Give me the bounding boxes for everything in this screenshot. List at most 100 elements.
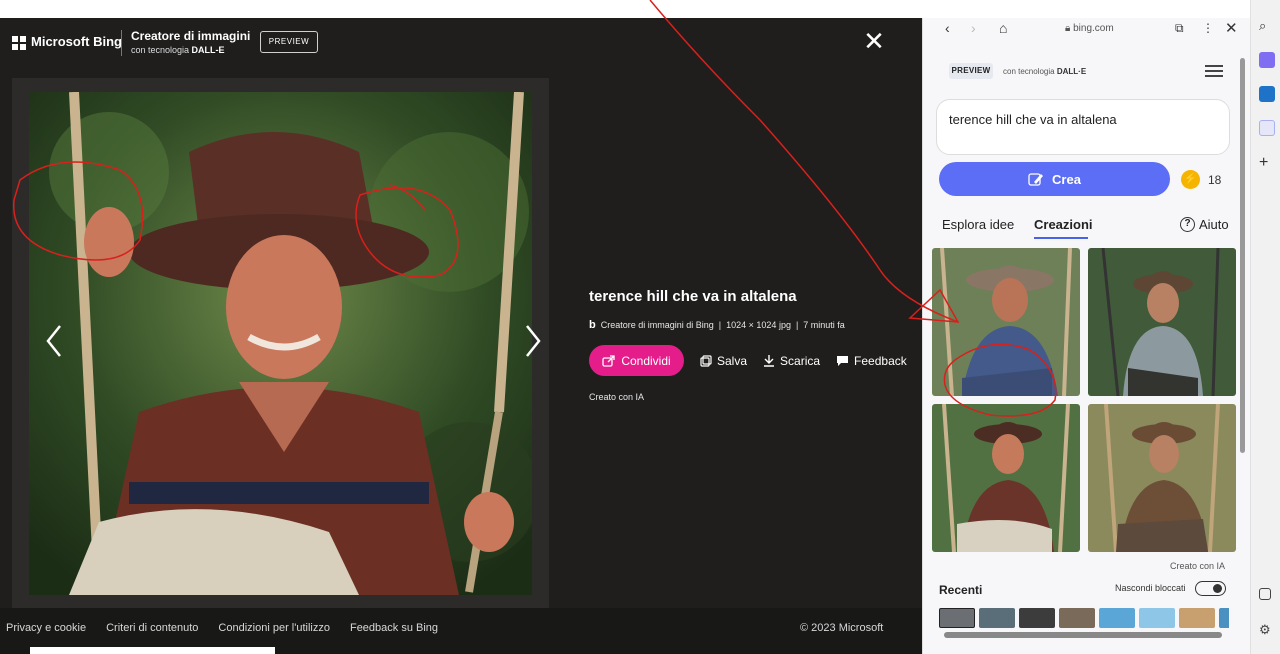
image-title: terence hill che va in altalena [589, 288, 797, 305]
brand-name[interactable]: Microsoft Bing [31, 34, 122, 49]
meta-separator: | [718, 320, 722, 330]
side-panel-toolbar: ‹ › ⌂ 🔒︎ bing.com ⧉ ⋮ ✕ [923, 18, 1243, 42]
creation-thumbnail[interactable] [1088, 404, 1236, 552]
save-button[interactable]: Salva [700, 354, 747, 368]
download-icon [764, 355, 775, 367]
boost-icon: ⚡ [1181, 170, 1200, 189]
header-divider [121, 30, 122, 56]
bing-icon: b [589, 319, 596, 331]
dalle-bold: DALL·E [1056, 66, 1087, 76]
open-external-icon[interactable]: ⧉ [1175, 21, 1184, 36]
created-with-ai: Creato con IA [589, 392, 645, 402]
feedback-icon [837, 355, 849, 366]
settings-icon[interactable]: ⚙ [1259, 622, 1275, 638]
recent-thumbnail[interactable] [1019, 608, 1055, 628]
save-label: Salva [717, 353, 748, 368]
footer-link-terms[interactable]: Condizioni per l'utilizzo [218, 622, 330, 634]
help-label: Aiuto [1199, 217, 1229, 232]
vertical-scrollbar[interactable] [1240, 58, 1246, 458]
meta-separator: | [795, 320, 799, 330]
tab-creations[interactable]: Creazioni [1034, 217, 1093, 232]
create-button[interactable]: Crea [939, 162, 1170, 196]
recent-thumbnail[interactable] [1219, 608, 1229, 628]
generated-image[interactable] [29, 92, 532, 595]
preview-badge[interactable]: PREVIEW [949, 63, 993, 79]
creation-thumbnail[interactable] [932, 248, 1080, 396]
recent-thumbnail[interactable] [1139, 608, 1175, 628]
windows-logo-icon [12, 36, 26, 50]
image-viewer: Microsoft Bing Creatore di immagini con … [0, 18, 922, 654]
recent-thumbnail[interactable] [979, 608, 1015, 628]
address-url: 🔒︎ bing.com [1065, 23, 1114, 34]
feedback-button[interactable]: Feedback [836, 354, 907, 368]
help-button[interactable]: ? Aiuto [1180, 217, 1229, 232]
creator-sub-prefix: con tecnologia [131, 45, 192, 55]
footer-link-feedback[interactable]: Feedback su Bing [350, 622, 438, 634]
home-icon[interactable]: ⌂ [999, 20, 1007, 36]
side-panel: ‹ › ⌂ 🔒︎ bing.com ⧉ ⋮ ✕ PREVIEW con tecn… [922, 18, 1250, 654]
copyright: © 2023 Microsoft [800, 622, 884, 634]
footer-link-privacy[interactable]: Privacy e cookie [6, 622, 86, 634]
horizontal-scrollbar[interactable] [936, 632, 1236, 638]
image-panel: b [12, 78, 549, 652]
recent-thumbnail[interactable] [1099, 608, 1135, 628]
feedback-label: Feedback [854, 353, 907, 368]
creation-thumbnail[interactable] [1088, 248, 1236, 396]
prompt-input[interactable]: terence hill che va in altalena [936, 99, 1230, 155]
footer-link-content-policy[interactable]: Criteri di contenuto [106, 622, 198, 634]
copilot-icon[interactable] [1259, 52, 1275, 68]
chevron-right-icon[interactable] [517, 321, 547, 361]
creator-sub-dalle: DALL-E [191, 45, 225, 55]
creator-subtitle: con tecnologia DALL-E [131, 45, 225, 55]
meta-size: 1024 × 1024 jpg [726, 320, 791, 330]
boosts-counter[interactable]: ⚡ 18 [1181, 170, 1221, 189]
browser-edge-sidebar: ⌕ + ⚙ [1250, 0, 1280, 654]
recent-thumbnail[interactable] [1179, 608, 1215, 628]
viewer-header: Microsoft Bing Creatore di immagini con … [0, 18, 922, 70]
lock-icon: 🔒︎ [1065, 23, 1074, 34]
page-top-strip [0, 0, 922, 18]
dalle-prefix: con tecnologia [1003, 66, 1057, 76]
recent-thumbnails [939, 608, 1229, 628]
meta-source: Creatore di immagini di Bing [600, 320, 714, 330]
side-panel-header: PREVIEW con tecnologia DALL·E [949, 63, 1086, 79]
footer-links: Privacy e cookie Criteri di contenuto Co… [6, 622, 438, 634]
recent-thumbnail[interactable] [1059, 608, 1095, 628]
close-icon[interactable]: ✕ [1225, 19, 1238, 37]
image-meta: b Creatore di immagini di Bing | 1024 × … [589, 319, 919, 331]
image-info: terence hill che va in altalena b Creato… [589, 288, 919, 402]
close-icon[interactable]: ✕ [862, 28, 886, 54]
menu-icon[interactable] [1205, 65, 1223, 77]
creation-thumbnail[interactable] [932, 404, 1080, 552]
boosts-count: 18 [1208, 172, 1222, 187]
back-icon[interactable]: ‹ [945, 20, 950, 36]
panel-tabs: Esplora idee Creazioni ? Aiuto [942, 217, 1236, 239]
search-icon[interactable]: ⌕ [1259, 18, 1275, 34]
recent-title: Recenti [939, 583, 983, 597]
meta-time: 7 minuti fa [803, 320, 845, 330]
download-button[interactable]: Scarica [763, 354, 820, 368]
preview-badge[interactable]: PREVIEW [260, 31, 318, 53]
tab-explore-ideas[interactable]: Esplora idee [942, 217, 1014, 232]
creator-title[interactable]: Creatore di immagini [131, 29, 250, 43]
recent-thumbnail[interactable] [939, 608, 975, 628]
creations-grid [932, 248, 1236, 552]
share-button[interactable]: Condividi [589, 345, 684, 376]
download-label: Scarica [780, 353, 821, 368]
more-icon[interactable]: ⋮ [1202, 21, 1214, 35]
chevron-left-icon[interactable] [40, 321, 70, 361]
created-with-ai: Creato con IA [1170, 561, 1226, 571]
outlook-icon[interactable] [1259, 86, 1275, 102]
share-label: Condividi [621, 353, 671, 368]
taskbar-fragment [30, 647, 275, 654]
save-icon [700, 354, 712, 367]
image-creator-icon[interactable] [1259, 120, 1275, 136]
dalle-credit: con tecnologia DALL·E [1003, 67, 1086, 76]
help-icon: ? [1180, 217, 1195, 232]
hide-blocked-toggle[interactable] [1195, 581, 1226, 596]
url-text: bing.com [1073, 23, 1114, 34]
forward-icon[interactable]: › [971, 20, 976, 36]
sidebar-toggle-icon[interactable] [1259, 588, 1271, 600]
active-tab-indicator [1034, 237, 1088, 239]
add-icon[interactable]: + [1259, 155, 1275, 172]
